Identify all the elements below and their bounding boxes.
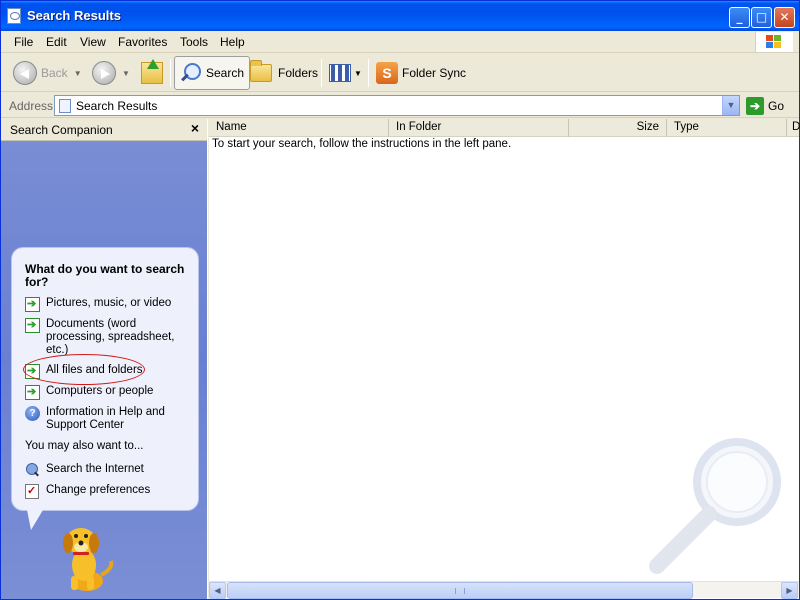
menu-help[interactable]: Help: [220, 35, 245, 49]
search-companion-header: Search Companion ×: [1, 119, 207, 141]
forward-arrow-icon: [92, 61, 116, 85]
back-arrow-icon: [13, 61, 37, 85]
toolbar-separator: [170, 59, 171, 87]
magnifier-watermark-icon: [649, 438, 781, 574]
option-label: Change preferences: [46, 484, 151, 496]
scroll-right-button[interactable]: ▶: [781, 582, 798, 599]
go-label: Go: [768, 99, 785, 113]
chevron-down-icon[interactable]: ▼: [122, 69, 130, 78]
column-headers: Name In Folder Size Type D: [209, 119, 800, 137]
search-button[interactable]: Search: [174, 56, 251, 90]
toolbar-separator: [321, 59, 322, 87]
folder-sync-button[interactable]: S Folder Sync: [376, 56, 466, 90]
search-label: Search: [206, 66, 245, 80]
folder-up-icon: [141, 59, 163, 84]
option-computers-or-people[interactable]: Computers or people: [25, 385, 176, 400]
also-label: You may also want to...: [25, 440, 144, 452]
column-type[interactable]: Type: [667, 119, 787, 137]
address-dropdown-button[interactable]: ▼: [722, 96, 739, 115]
chevron-down-icon[interactable]: ▼: [354, 69, 362, 78]
column-size[interactable]: Size: [569, 119, 667, 137]
column-date[interactable]: D: [787, 119, 800, 137]
toolbar: Back ▼ ▼ Search Folders ▼ S Folder Sync: [1, 54, 799, 92]
green-arrow-icon: [25, 385, 40, 400]
empty-results-message: To start your search, follow the instruc…: [212, 138, 512, 150]
menu-file[interactable]: File: [14, 35, 33, 49]
address-bar: Address Search Results ▼ ➔ Go: [1, 93, 799, 118]
folder-sync-label: Folder Sync: [402, 66, 467, 80]
address-field[interactable]: Search Results ▼: [54, 95, 740, 116]
search-dog-icon[interactable]: [51, 521, 121, 593]
option-label: Documents (word processing, spreadsheet,…: [46, 318, 175, 356]
option-pictures-music-video[interactable]: Pictures, music, or video: [25, 297, 176, 312]
go-arrow-icon: ➔: [746, 97, 764, 115]
back-button[interactable]: Back ▼: [13, 56, 82, 90]
option-label: Computers or people: [46, 385, 154, 397]
folder-icon: [250, 60, 272, 82]
preferences-icon: [25, 484, 39, 499]
address-label: Address: [9, 99, 54, 113]
up-button[interactable]: [141, 56, 163, 90]
option-label: Search the Internet: [46, 463, 144, 475]
forward-button[interactable]: ▼: [92, 56, 130, 90]
menu-edit[interactable]: Edit: [46, 35, 67, 49]
menu-bar: File Edit View Favorites Tools Help: [1, 31, 799, 53]
search-question: What do you want to search for?: [25, 262, 185, 289]
help-icon: ?: [25, 406, 40, 421]
back-label: Back: [41, 66, 68, 80]
option-label: Pictures, music, or video: [46, 297, 172, 309]
option-search-the-internet[interactable]: Search the Internet: [25, 463, 176, 478]
scroll-left-button[interactable]: ◀: [209, 582, 226, 599]
bubble-tail: [27, 510, 43, 530]
maximize-button[interactable]: □: [751, 7, 772, 28]
green-arrow-icon: [25, 318, 40, 333]
folder-sync-icon: S: [376, 62, 398, 84]
minimize-button[interactable]: _: [729, 7, 750, 28]
close-icon[interactable]: ×: [191, 120, 199, 136]
chevron-down-icon[interactable]: ▼: [74, 69, 82, 78]
views-button[interactable]: ▼: [329, 56, 362, 90]
menu-view[interactable]: View: [80, 35, 106, 49]
globe-search-icon: [25, 463, 40, 478]
folders-button[interactable]: Folders: [250, 56, 318, 90]
option-change-preferences[interactable]: Change preferences: [25, 484, 176, 499]
option-label: Information in Help and Support Center: [46, 406, 165, 431]
close-button[interactable]: ✕: [774, 7, 795, 28]
title-bar[interactable]: Search Results _ □ ✕: [1, 1, 799, 31]
option-help-and-support[interactable]: ? Information in Help and Support Center: [25, 406, 176, 432]
column-in-folder[interactable]: In Folder: [389, 119, 569, 137]
option-documents[interactable]: Documents (word processing, spreadsheet,…: [25, 318, 176, 357]
column-name[interactable]: Name: [209, 119, 389, 137]
explorer-window: Search Results _ □ ✕ File Edit View Favo…: [0, 0, 800, 600]
highlight-ellipse: [23, 354, 145, 385]
windows-logo-icon: [755, 32, 793, 52]
menu-tools[interactable]: Tools: [180, 35, 208, 49]
menu-favorites[interactable]: Favorites: [118, 35, 167, 49]
scroll-thumb[interactable]: [227, 582, 693, 599]
address-value: Search Results: [76, 99, 158, 113]
views-icon: [329, 64, 351, 82]
green-arrow-icon: [25, 297, 40, 312]
go-button[interactable]: ➔ Go: [746, 97, 784, 115]
results-pane: Name In Folder Size Type D To start your…: [209, 119, 800, 599]
search-results-icon: [7, 8, 21, 24]
horizontal-scrollbar[interactable]: ◀ ▶: [209, 581, 799, 599]
search-companion-title: Search Companion: [10, 123, 113, 137]
search-results-icon: [59, 99, 71, 113]
window-title: Search Results: [27, 8, 121, 23]
toolbar-separator: [368, 59, 369, 87]
folders-label: Folders: [278, 66, 319, 80]
search-icon: [180, 62, 202, 84]
